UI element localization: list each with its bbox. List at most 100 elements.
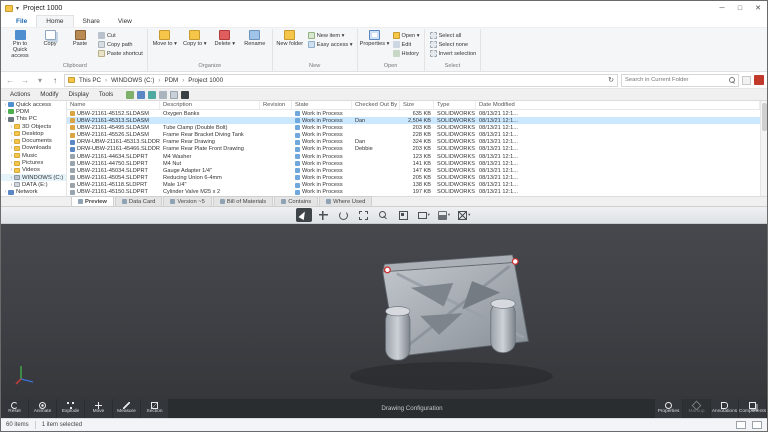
tab-share[interactable]: Share <box>74 16 109 27</box>
up-button[interactable]: ↑ <box>49 76 61 85</box>
configuration-label[interactable]: Drawing Configuration <box>169 399 655 418</box>
ribbon-button[interactable]: Edit <box>391 40 422 49</box>
ribbon-button[interactable]: New item ▾ <box>306 31 355 40</box>
cad-model[interactable] <box>331 236 566 394</box>
refresh-icon[interactable]: ↻ <box>608 76 614 84</box>
preview-tab[interactable]: Version ~5 <box>163 196 212 206</box>
sidebar-item[interactable]: › Downloads <box>1 145 66 152</box>
column-header[interactable]: Checked Out By <box>352 101 400 109</box>
sidebar-item[interactable]: › This PC <box>1 116 66 123</box>
table-row[interactable]: UBW-21161-44750.SLDPRT M4 Nut Work in Pr… <box>67 160 760 167</box>
breadcrumb-pdm[interactable]: PDM <box>162 77 180 84</box>
scrollbar-thumb[interactable] <box>762 103 767 131</box>
ribbon-button[interactable]: Easy access ▾ <box>306 40 355 49</box>
breadcrumb-this-pc[interactable]: This PC <box>77 77 103 84</box>
pdm-menu-item[interactable]: Display <box>64 91 94 98</box>
sidebar-item[interactable]: › 3D Objects <box>1 123 66 130</box>
sidebar-item[interactable]: › DATA (E:) <box>1 181 66 188</box>
thumbnail-view-toggle-icon[interactable] <box>752 421 762 429</box>
viewer-panel-button[interactable]: Markup <box>683 399 710 418</box>
search-icon[interactable] <box>729 77 735 83</box>
checkout-icon[interactable] <box>126 90 135 99</box>
sidebar-item[interactable]: › WINDOWS (C:) <box>1 173 66 182</box>
preview-viewport[interactable] <box>1 224 767 399</box>
ribbon-button[interactable]: New folder <box>275 29 305 62</box>
viewer-tool-button[interactable]: ▾ <box>456 208 472 222</box>
table-row[interactable]: UBW-21161-45152.SLDASM Oxygen Banks Work… <box>67 110 760 117</box>
pdm-menu-item[interactable]: Modify <box>35 91 63 98</box>
pdm-menu-item[interactable]: Tools <box>94 91 118 98</box>
column-header[interactable]: Description <box>160 101 260 109</box>
ribbon-button[interactable]: Select all <box>428 31 479 40</box>
preview-tab[interactable]: Preview <box>71 196 114 206</box>
details-view-toggle-icon[interactable] <box>736 421 746 429</box>
quick-access-toolbar-caret[interactable]: ▾ <box>16 5 19 12</box>
minimize-button[interactable]: ─ <box>713 1 731 15</box>
viewer-tool-button[interactable] <box>295 208 312 222</box>
search-box[interactable] <box>621 73 739 87</box>
viewer-panel-button[interactable]: Annotations <box>711 399 738 418</box>
table-row[interactable]: UBW-21161-45526.SLDASM Frame Rear Bracke… <box>67 131 760 138</box>
getlatest-icon[interactable] <box>148 90 157 99</box>
viewer-action-button[interactable]: Animate <box>29 399 56 418</box>
breadcrumb[interactable]: This PC › WINDOWS (C:) › PDM › Project 1… <box>64 73 618 87</box>
tab-view[interactable]: View <box>109 16 141 27</box>
preview-tab[interactable]: Data Card <box>114 196 163 206</box>
viewer-action-button[interactable]: Measure <box>113 399 140 418</box>
viewer-panel-button[interactable]: Components <box>739 399 766 418</box>
viewer-tool-button[interactable]: ▾ <box>436 208 452 222</box>
table-row[interactable]: UBW-21161-45150.SLDPRT Cylinder Valve M2… <box>67 189 760 196</box>
column-header[interactable]: State <box>292 101 352 109</box>
table-row[interactable]: UBW-21161-45118.SLDPRT Male 1/4" Work in… <box>67 182 760 189</box>
search-input[interactable] <box>625 77 729 83</box>
ribbon-button[interactable]: Delete ▾ <box>210 29 240 62</box>
table-row[interactable]: UBW-21161-45054.SLDPRT Reducing Union 6-… <box>67 174 760 181</box>
ribbon-button[interactable]: History <box>391 49 422 58</box>
printdoc-icon[interactable] <box>159 90 168 99</box>
table-row[interactable]: UBW-21161-45313.SLDASM Work in Process D… <box>67 117 760 125</box>
table-row[interactable]: DRW-UBW-21161-45466.SLDDRW Frame Rear Pl… <box>67 146 760 153</box>
viewer-tool-button[interactable] <box>316 208 332 222</box>
tab-home[interactable]: Home <box>36 15 74 27</box>
sidebar-item[interactable]: › Desktop <box>1 130 66 137</box>
viewer-tool-button[interactable] <box>396 208 412 222</box>
sidebar-item[interactable]: › Videos <box>1 167 66 174</box>
ribbon-button[interactable]: Paste shortcut <box>96 49 145 58</box>
viewer-tool-button[interactable]: ▾ <box>416 208 432 222</box>
ribbon-button[interactable]: Copy to ▾ <box>180 29 210 62</box>
viewer-action-button[interactable]: Section <box>141 399 168 418</box>
ribbon-button[interactable]: Select none <box>428 40 479 49</box>
pdm-user-badge-icon[interactable] <box>754 75 764 85</box>
viewer-tool-button[interactable] <box>336 208 352 222</box>
viewer-tool-button[interactable] <box>376 208 392 222</box>
column-header[interactable]: Date Modified <box>476 101 760 109</box>
table-row[interactable]: UBW-21161-44634.SLDPRT M4 Washer Work in… <box>67 153 760 160</box>
ribbon-button[interactable]: Pin to Quick access <box>5 29 35 62</box>
ribbon-button[interactable]: Rename <box>240 29 270 62</box>
breadcrumb-windows-c[interactable]: WINDOWS (C:) <box>109 77 156 84</box>
preview-pane-toggle-icon[interactable] <box>742 75 751 85</box>
sidebar-item[interactable]: › Music <box>1 152 66 159</box>
forward-button[interactable]: → <box>19 76 31 85</box>
sidebar-item[interactable]: › Documents <box>1 137 66 144</box>
favorite-icon[interactable] <box>181 90 190 99</box>
ribbon-button[interactable]: Cut <box>96 31 145 40</box>
sidebar-item[interactable]: › Pictures <box>1 159 66 166</box>
preview-tab[interactable]: Where Used <box>319 196 373 206</box>
maximize-button[interactable]: □ <box>731 1 749 15</box>
viewer-action-button[interactable]: Move <box>85 399 112 418</box>
ribbon-button[interactable]: Move to ▾ <box>150 29 180 62</box>
pdm-menu-item[interactable]: Actions <box>5 91 35 98</box>
viewer-action-button[interactable]: Reset <box>1 399 28 418</box>
column-header[interactable]: Type <box>434 101 476 109</box>
ribbon-button[interactable]: Copy path <box>96 40 145 49</box>
column-header[interactable]: Revision <box>260 101 292 109</box>
table-row[interactable]: UBW-21161-45034.SLDPRT Gauge Adapter 1/4… <box>67 167 760 174</box>
preview-tab[interactable]: Bill of Materials <box>212 196 274 206</box>
searchtool-icon[interactable] <box>170 90 179 99</box>
sidebar-item[interactable]: › Network <box>1 189 66 196</box>
back-button[interactable]: ← <box>4 76 16 85</box>
viewer-action-button[interactable]: Explode <box>57 399 84 418</box>
viewer-tool-button[interactable] <box>356 208 372 222</box>
recent-locations-caret[interactable]: ▾ <box>34 76 46 85</box>
